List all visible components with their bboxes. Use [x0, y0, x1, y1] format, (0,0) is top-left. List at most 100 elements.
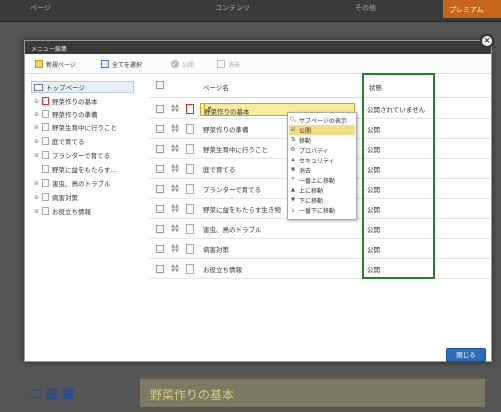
page-icon [42, 97, 49, 105]
tree-item[interactable]: ⊕ プランターで育てる [33, 149, 110, 161]
expand-icon[interactable]: ⊕ [33, 180, 40, 187]
row-checkbox[interactable] [156, 145, 164, 153]
menu-item-label: サブページの表示 [299, 117, 347, 125]
expand-icon[interactable]: ⊕ [33, 98, 40, 105]
page-name[interactable]: 害虫、鳥のトラブル [203, 224, 328, 234]
expand-icon[interactable]: ⊕ [33, 152, 40, 159]
row-checkbox[interactable] [156, 225, 164, 233]
new-page-label: 新規ページ [46, 61, 76, 69]
menu-item-delete[interactable]: ✖ 消去 [289, 165, 355, 175]
lock-icon: 🔒︎ [291, 156, 295, 163]
menu-item-move-top[interactable]: ⤒ 一番上に移動 [289, 175, 355, 185]
tree-item[interactable]: ⊕ 野菜生育中に行うこと [33, 121, 117, 133]
tree-item-label: 庭で育てる [52, 138, 85, 146]
row-checkbox[interactable] [156, 245, 164, 253]
reorder-handle-icon[interactable]: ▲▲ ▼▼ [170, 184, 180, 194]
row-checkbox[interactable] [156, 265, 164, 273]
tree-top-page-label: トップページ [46, 84, 85, 92]
delete-button[interactable]: 消去 [217, 58, 240, 70]
reorder-handle-icon[interactable]: ▲▲ ▼▼ [170, 204, 180, 214]
status-column-highlight [362, 73, 435, 279]
row-checkbox[interactable] [156, 205, 164, 213]
expand-icon[interactable]: ⊕ [33, 111, 40, 118]
page-name[interactable]: 病害対策 [203, 244, 328, 254]
row-checkbox[interactable] [156, 165, 164, 173]
page-icon [42, 123, 49, 131]
table-row[interactable]: ▲▲ ▼▼ お役立ち情報 公開 [150, 259, 490, 279]
menu-item-move[interactable]: ⇅ 移動 [289, 135, 355, 145]
tree-item[interactable]: ⊕ お役立ち情報 [33, 205, 91, 217]
select-all-icon [101, 60, 109, 68]
page-icon [42, 137, 49, 145]
expand-icon[interactable]: ⊕ [33, 194, 40, 201]
expand-icon[interactable]: ⊕ [33, 124, 40, 131]
nav-item-contents[interactable]: コンテンツ [215, 3, 250, 13]
reorder-handle-icon[interactable]: ▲▲ ▼▼ [170, 224, 180, 234]
reorder-handle-icon[interactable]: ▲▲ ▼▼ [170, 244, 180, 254]
page-icon [186, 104, 194, 114]
expand-icon[interactable]: ⊕ [33, 208, 40, 215]
menu-item-publish[interactable]: ☑ 公開 [289, 125, 355, 135]
publish-button[interactable]: ✓ 公開 [171, 58, 194, 70]
row-checkbox[interactable] [156, 185, 164, 193]
close-icon[interactable]: × [480, 34, 494, 48]
page-icon [186, 144, 194, 154]
site-banner-title: 野菜作りの基本 [150, 388, 235, 402]
menu-item-move-up[interactable]: ▲ 上に移動 [289, 185, 355, 195]
column-header-page-name: ページ名 [203, 84, 229, 92]
table-row[interactable]: ▲▲ ▼▼ 害虫、鳥のトラブル 公開 [150, 219, 490, 239]
menu-item-label: 移動 [299, 137, 312, 145]
reorder-handle-icon[interactable]: ▲▲ ▼▼ [170, 264, 180, 274]
tree-item[interactable]: 野菜に益をもたらす… [42, 163, 117, 175]
row-checkbox[interactable] [156, 105, 164, 113]
nav-item-pages[interactable]: ページ [30, 3, 51, 13]
tree-item[interactable]: ⊕ 病害対策 [33, 191, 78, 203]
menu-item-move-down[interactable]: ▼ 下に移動 [289, 195, 355, 205]
tree-item[interactable]: ⊕ 庭で育てる [33, 135, 85, 147]
menu-item-label: 一番上に移動 [299, 177, 336, 185]
select-all-button[interactable]: 全てを選択 [101, 58, 142, 70]
publish-icon: ✓ [171, 60, 179, 68]
dialog-toolbar: 新規ページ 全てを選択 ✓ 公開 消去 [25, 54, 491, 74]
new-page-button[interactable]: 新規ページ [35, 58, 76, 70]
search-icon: 🔍︎ [289, 117, 297, 123]
row-checkbox[interactable] [156, 125, 164, 133]
tree-item[interactable]: ⊕ 野菜作りの基本 [33, 95, 98, 107]
delete-icon: ✖ [290, 167, 296, 173]
page-name[interactable]: お役立ち情報 [203, 264, 328, 274]
background-site-preview: 二 庭 菌 野菜作りの基本 [0, 362, 501, 412]
tree-item-label: プランターで育てる [52, 152, 111, 160]
select-all-checkbox[interactable] [156, 81, 164, 89]
move-bottom-icon: ⤓ [291, 206, 295, 213]
expand-icon[interactable]: ⊕ [33, 138, 40, 145]
tree-item[interactable]: ⊕ 野菜作りの準備 [33, 108, 98, 120]
premium-button[interactable]: プレミアム [443, 0, 501, 18]
menu-item-label: プロパティ [299, 147, 329, 155]
delete-label: 消去 [228, 61, 241, 69]
menu-item-security[interactable]: 🔒︎ セキュリティ [289, 155, 355, 165]
page-name[interactable]: 野菜に益をもたらす生き物 [203, 204, 287, 214]
page-tree: トップページ ⊕ 野菜作りの基本 ⊕ 野菜作りの準備 ⊕ 野菜生育中に行うこと ⊕ 庭で… [25, 74, 145, 329]
tree-top-page[interactable]: トップページ [31, 81, 134, 93]
dialog-title: メニュー編集 [25, 41, 491, 54]
move-icon: ⇅ [290, 137, 296, 143]
menu-item-move-bottom[interactable]: ⤓ 一番下に移動 [289, 205, 355, 215]
table-row[interactable]: ▲▲ ▼▼ 病害対策 公開 [150, 239, 490, 259]
close-button[interactable]: 閉じる [446, 348, 486, 362]
page-icon [42, 179, 49, 187]
select-all-label: 全てを選択 [112, 61, 142, 69]
chevron-down-icon[interactable]: ▼ [204, 104, 214, 115]
tree-item-label: 害虫、鳥のトラブル [52, 180, 111, 188]
reorder-handle-icon[interactable]: ▲▲ ▼▼ [170, 104, 180, 114]
reorder-handle-icon[interactable]: ▲▲ ▼▼ [170, 144, 180, 154]
nav-item-others[interactable]: その他 [355, 3, 376, 13]
checkbox-icon: ☑ [290, 127, 296, 133]
reorder-handle-icon[interactable]: ▲▲ ▼▼ [170, 124, 180, 134]
reorder-handle-icon[interactable]: ▲▲ ▼▼ [170, 164, 180, 174]
menu-item-show-subpages[interactable]: 🔍︎ サブページの表示 [289, 115, 355, 125]
menu-item-properties[interactable]: ⚙ プロパティ [289, 145, 355, 155]
tree-item-label: 野菜作りの基本 [52, 98, 98, 106]
page-icon [186, 164, 194, 174]
arrow-down-icon: ▼ [290, 197, 296, 203]
tree-item[interactable]: ⊕ 害虫、鳥のトラブル [33, 177, 111, 189]
